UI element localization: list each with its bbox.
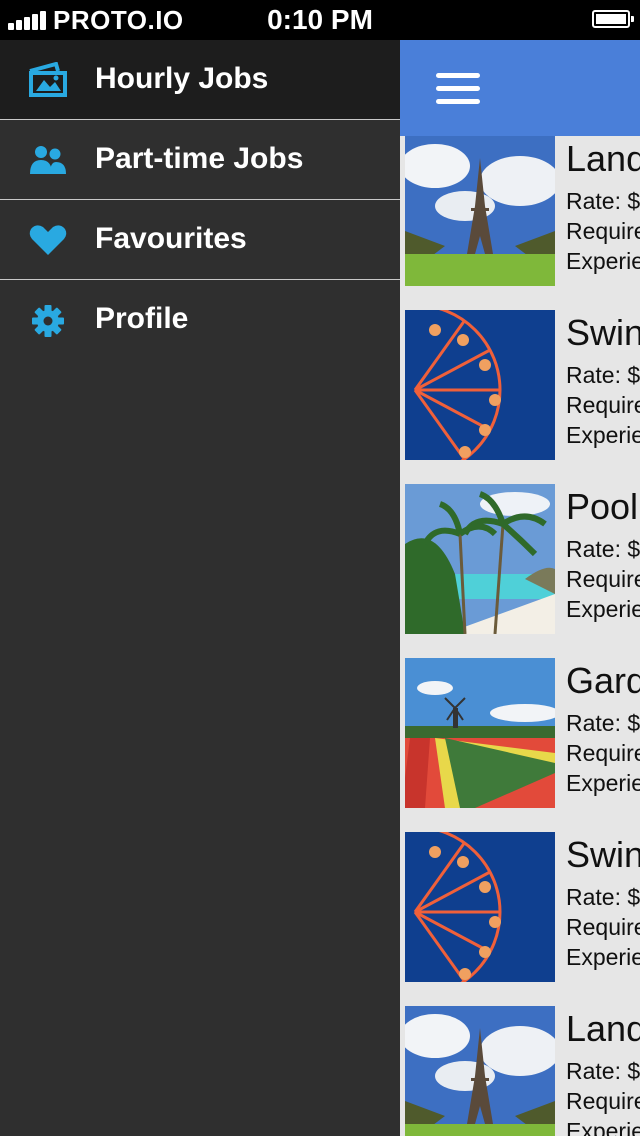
list-item[interactable]: Land Rate: $ Require Experie [400, 136, 640, 310]
job-rate: Rate: $ [566, 362, 640, 388]
job-title: Pool [566, 486, 639, 527]
photo-icon [29, 62, 67, 97]
menu-item-label: Part-time Jobs [95, 142, 304, 175]
job-thumbnail [405, 136, 555, 286]
job-rate: Rate: $ [566, 884, 640, 910]
job-experience: Experie [566, 1118, 640, 1136]
job-experience: Experie [566, 596, 640, 622]
job-title: Land [566, 1008, 640, 1049]
job-requirements: Require [566, 218, 640, 244]
job-thumbnail [405, 832, 555, 982]
job-title: Swin [566, 312, 640, 353]
menu-item-hourly-jobs[interactable]: Hourly Jobs [0, 40, 400, 120]
menu-item-label: Profile [95, 302, 189, 335]
hamburger-icon[interactable] [436, 73, 480, 105]
job-requirements: Require [566, 740, 640, 766]
job-thumbnail [405, 1006, 555, 1136]
menu-item-part-time-jobs[interactable]: Part-time Jobs [0, 120, 400, 200]
menu-item-label: Favourites [95, 222, 247, 255]
list-item[interactable]: Gard Rate: $ Require Experie [400, 658, 640, 832]
menu-item-label: Hourly Jobs [95, 62, 269, 95]
app-header [400, 40, 640, 136]
job-experience: Experie [566, 248, 640, 274]
list-item[interactable]: Swin Rate: $ Require Experie [400, 832, 640, 1006]
main-content: Land Rate: $ Require Experie Swin Rate: … [400, 40, 640, 1136]
job-requirements: Require [566, 392, 640, 418]
heart-icon [29, 225, 67, 255]
job-list: Land Rate: $ Require Experie Swin Rate: … [400, 136, 640, 1136]
status-time: 0:10 PM [267, 4, 373, 35]
job-thumbnail [405, 310, 555, 460]
job-title: Land [566, 138, 640, 179]
gear-icon [32, 305, 64, 337]
job-requirements: Require [566, 1088, 640, 1114]
status-bar: PROTO.IO 0:10 PM [0, 0, 640, 40]
job-rate: Rate: $ [566, 710, 640, 736]
job-rate: Rate: $ [566, 188, 640, 214]
menu-item-favourites[interactable]: Favourites [0, 200, 400, 280]
job-thumbnail [405, 658, 555, 808]
side-menu: Hourly Jobs Part-time Jobs Favourites Pr… [0, 40, 400, 1136]
job-title: Gard [566, 660, 640, 701]
job-experience: Experie [566, 944, 640, 970]
job-rate: Rate: $ [566, 536, 640, 562]
job-requirements: Require [566, 914, 640, 940]
menu-item-profile[interactable]: Profile [0, 280, 400, 360]
list-item[interactable]: Pool Rate: $ Require Experie [400, 484, 640, 658]
list-item[interactable]: Swin Rate: $ Require Experie [400, 310, 640, 484]
battery-icon [592, 10, 634, 28]
job-title: Swin [566, 834, 640, 875]
users-icon [30, 146, 66, 174]
list-item[interactable]: Land Rate: $ Require Experie [400, 1006, 640, 1136]
job-experience: Experie [566, 422, 640, 448]
job-experience: Experie [566, 770, 640, 796]
job-rate: Rate: $ [566, 1058, 640, 1084]
job-requirements: Require [566, 566, 640, 592]
job-thumbnail [405, 484, 555, 634]
